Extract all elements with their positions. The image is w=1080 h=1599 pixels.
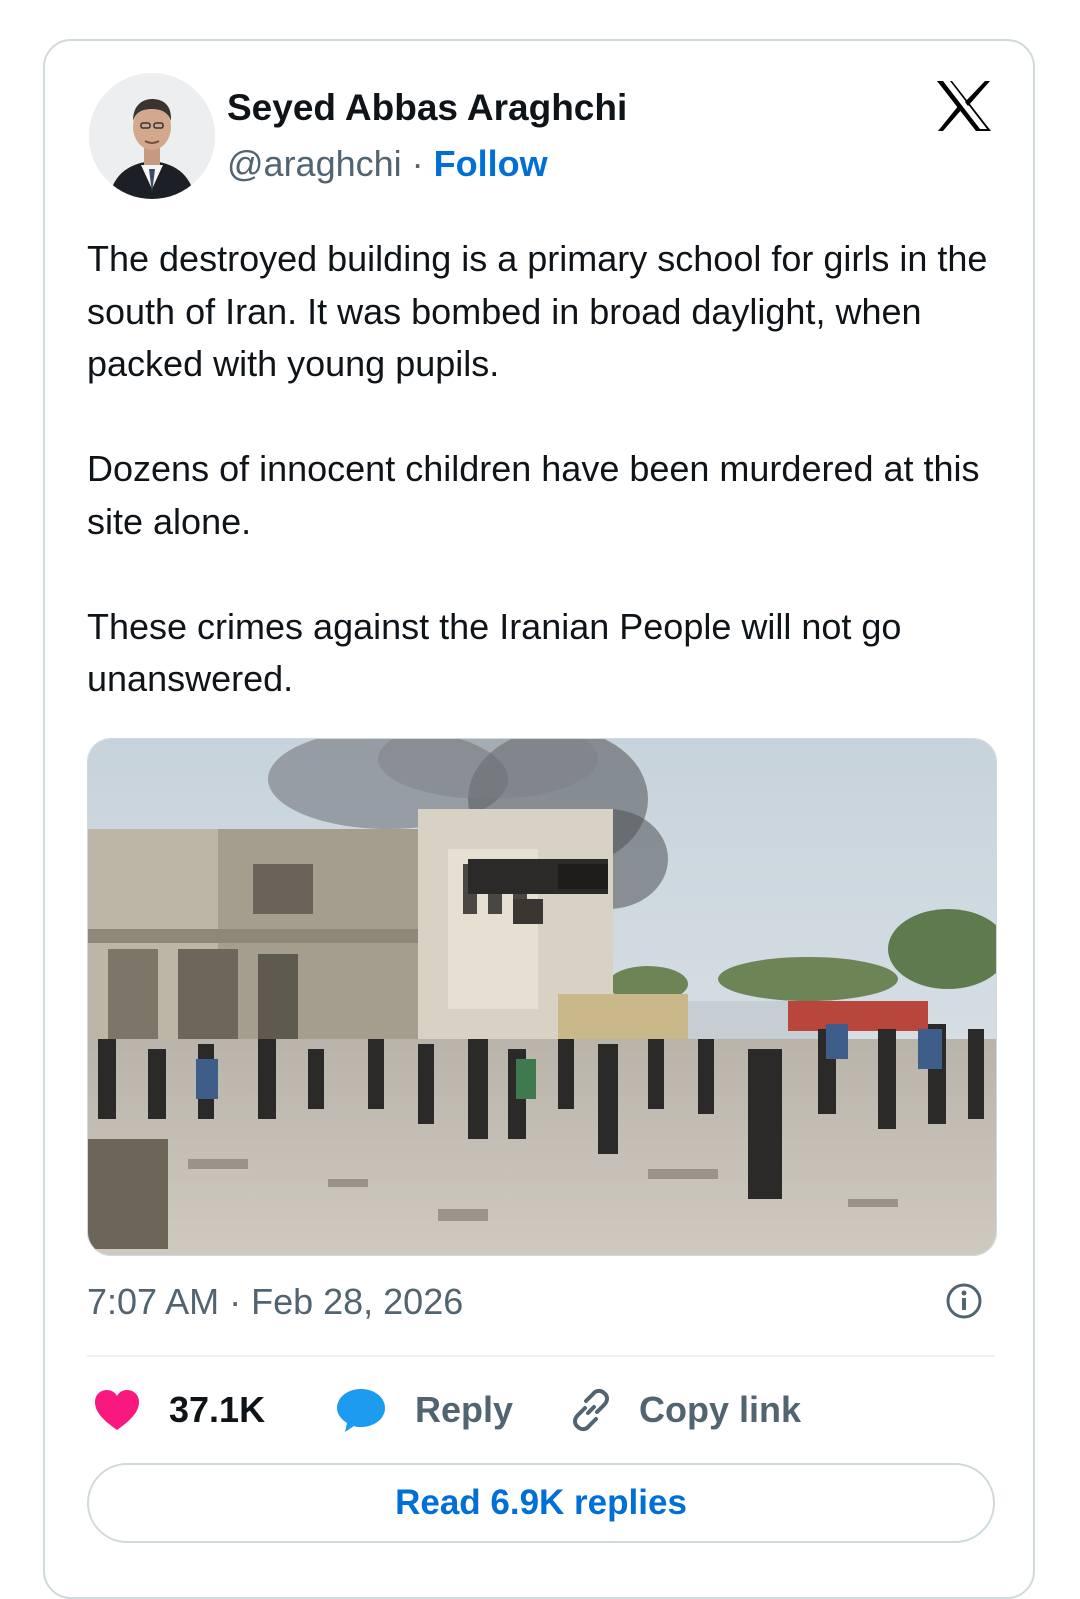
read-replies-button[interactable]: Read 6.9K replies: [87, 1463, 995, 1543]
author-name[interactable]: Seyed Abbas Araghchi: [227, 85, 627, 131]
author-handle[interactable]: @araghchi: [227, 143, 402, 184]
tweet-paragraph: Dozens of innocent children have been mu…: [87, 448, 990, 542]
heart-icon: [93, 1388, 141, 1432]
copy-link-label: Copy link: [639, 1389, 802, 1430]
tweet-card: Seyed Abbas Araghchi @araghchi · Follow …: [43, 39, 1035, 1599]
speech-bubble-icon: [335, 1386, 387, 1434]
info-icon[interactable]: [945, 1282, 983, 1320]
tweet-photo[interactable]: [87, 738, 997, 1256]
x-logo-icon[interactable]: [935, 79, 993, 133]
like-count: 37.1K: [169, 1389, 266, 1430]
tweet-timestamp[interactable]: 7:07 AM · Feb 28, 2026: [87, 1279, 463, 1325]
tweet-paragraph: The destroyed building is a primary scho…: [87, 238, 998, 384]
handle-separator: ·: [411, 143, 424, 184]
link-icon: [567, 1386, 615, 1434]
author-handle-row: @araghchi · Follow: [227, 141, 548, 187]
copy-link-button[interactable]: Copy link: [567, 1381, 801, 1439]
tweet-text: The destroyed building is a primary scho…: [87, 233, 1007, 706]
divider: [87, 1355, 995, 1357]
tweet-paragraph: These crimes against the Iranian People …: [87, 605, 912, 700]
follow-button[interactable]: Follow: [434, 143, 548, 184]
like-button[interactable]: 37.1K: [93, 1381, 265, 1439]
avatar[interactable]: [89, 73, 215, 199]
reply-label: Reply: [415, 1389, 514, 1430]
action-bar: 37.1K Reply Copy link: [87, 1381, 995, 1439]
reply-button[interactable]: Reply: [335, 1381, 513, 1439]
